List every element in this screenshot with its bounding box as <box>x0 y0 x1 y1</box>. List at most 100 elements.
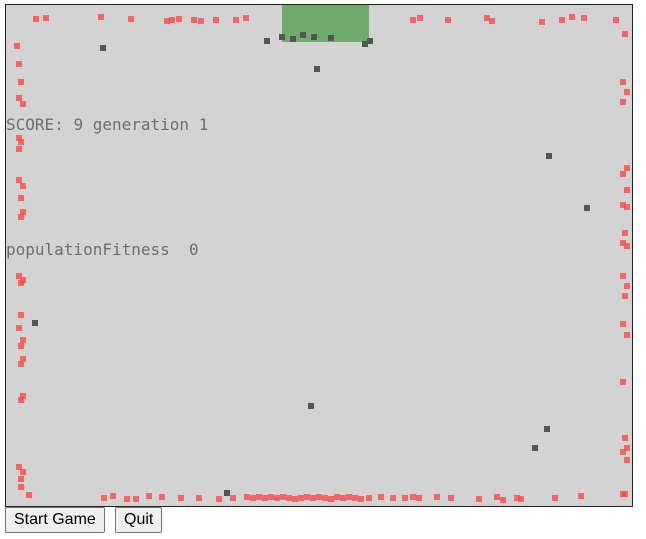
agent-dot <box>230 495 236 501</box>
obstacle-dot <box>224 490 230 496</box>
agent-dot <box>18 397 24 403</box>
agent-dot <box>101 495 107 501</box>
obstacle-dot <box>290 36 296 42</box>
agent-dot <box>159 494 165 500</box>
quit-button[interactable]: Quit <box>115 507 163 533</box>
agent-dot <box>16 325 22 331</box>
agent-dot <box>434 494 440 500</box>
agent-dot <box>18 195 24 201</box>
agent-dot <box>378 494 384 500</box>
fitness-value: 0 <box>189 240 199 259</box>
fitness-line: populationFitness 0 <box>6 240 199 259</box>
agent-dot <box>624 332 630 338</box>
agent-dot <box>622 491 628 497</box>
obstacle-dot <box>546 153 552 159</box>
agent-dot <box>133 496 139 502</box>
agent-dot <box>18 280 24 286</box>
agent-dot <box>622 31 628 37</box>
obstacle-dot <box>544 426 550 432</box>
agent-dot <box>358 496 364 502</box>
agent-dot <box>622 293 628 299</box>
game-canvas[interactable]: SCORE: 9 generation 1 populationFitness … <box>5 4 633 507</box>
agent-dot <box>169 17 175 23</box>
agent-dot <box>20 469 26 475</box>
fitness-label: populationFitness <box>6 240 170 259</box>
agent-dot <box>20 101 26 107</box>
obstacle-dot <box>314 66 320 72</box>
agent-dot <box>624 283 630 289</box>
generation-value: 1 <box>198 115 209 134</box>
agent-dot <box>110 493 116 499</box>
agent-dot <box>191 17 197 23</box>
agent-dot <box>128 16 134 22</box>
agent-dot <box>445 17 451 23</box>
agent-dot <box>18 476 24 482</box>
agent-dot <box>539 19 545 25</box>
agent-dot <box>620 99 626 105</box>
obstacle-dot <box>532 445 538 451</box>
agent-dot <box>448 495 454 501</box>
agent-dot <box>622 230 628 236</box>
agent-dot <box>416 495 422 501</box>
agent-dot <box>624 187 630 193</box>
agent-dot <box>196 495 202 501</box>
agent-dot <box>233 17 239 23</box>
obstacle-dot <box>100 45 106 51</box>
agent-dot <box>620 273 626 279</box>
agent-dot <box>489 18 495 24</box>
agent-dot <box>624 89 630 95</box>
agent-dot <box>613 17 619 23</box>
agent-dot <box>146 493 152 499</box>
agent-dot <box>620 171 626 177</box>
obstacle-dot <box>279 34 285 40</box>
agent-dot <box>366 495 372 501</box>
agent-dot <box>402 495 408 501</box>
agent-dot <box>198 18 204 24</box>
agent-dot <box>14 43 20 49</box>
obstacle-dot <box>264 38 270 44</box>
agent-dot <box>620 449 626 455</box>
agent-dot <box>43 15 49 21</box>
agent-dot <box>622 435 628 441</box>
agent-dot <box>216 496 222 502</box>
agent-dot <box>500 497 506 503</box>
agent-dot <box>124 496 130 502</box>
agent-dot <box>18 361 24 367</box>
agent-dot <box>98 14 104 20</box>
agent-dot <box>176 16 182 22</box>
agent-dot <box>18 343 24 349</box>
agent-dot <box>581 15 587 21</box>
agent-dot <box>18 139 24 145</box>
agent-dot <box>26 492 32 498</box>
obstacle-dot <box>308 403 314 409</box>
obstacle-dot <box>300 32 306 38</box>
start-game-button[interactable]: Start Game <box>5 507 105 533</box>
agent-dot <box>410 17 416 23</box>
score-line: SCORE: 9 generation 1 <box>6 115 208 134</box>
agent-dot <box>518 496 524 502</box>
agent-dot <box>243 15 249 21</box>
agent-dot <box>620 379 626 385</box>
agent-dot <box>213 17 219 23</box>
obstacle-dot <box>328 35 334 41</box>
agent-dot <box>476 496 482 502</box>
agent-dot <box>16 146 22 152</box>
agent-dot <box>18 79 24 85</box>
agent-dot <box>624 243 630 249</box>
agent-dot <box>20 183 26 189</box>
agent-dot <box>33 16 39 22</box>
agent-dot <box>569 14 575 20</box>
agent-dot <box>552 495 558 501</box>
agent-dot <box>18 214 24 220</box>
agent-dot <box>18 484 24 490</box>
score-value: 9 <box>73 115 84 134</box>
score-label: SCORE: <box>6 115 64 134</box>
agent-dot <box>559 17 565 23</box>
obstacle-dot <box>32 320 38 326</box>
obstacle-dot <box>311 34 317 40</box>
obstacle-dot <box>584 205 590 211</box>
agent-dot <box>390 495 396 501</box>
agent-dot <box>624 457 630 463</box>
agent-dot <box>620 79 626 85</box>
agent-dot <box>620 321 626 327</box>
